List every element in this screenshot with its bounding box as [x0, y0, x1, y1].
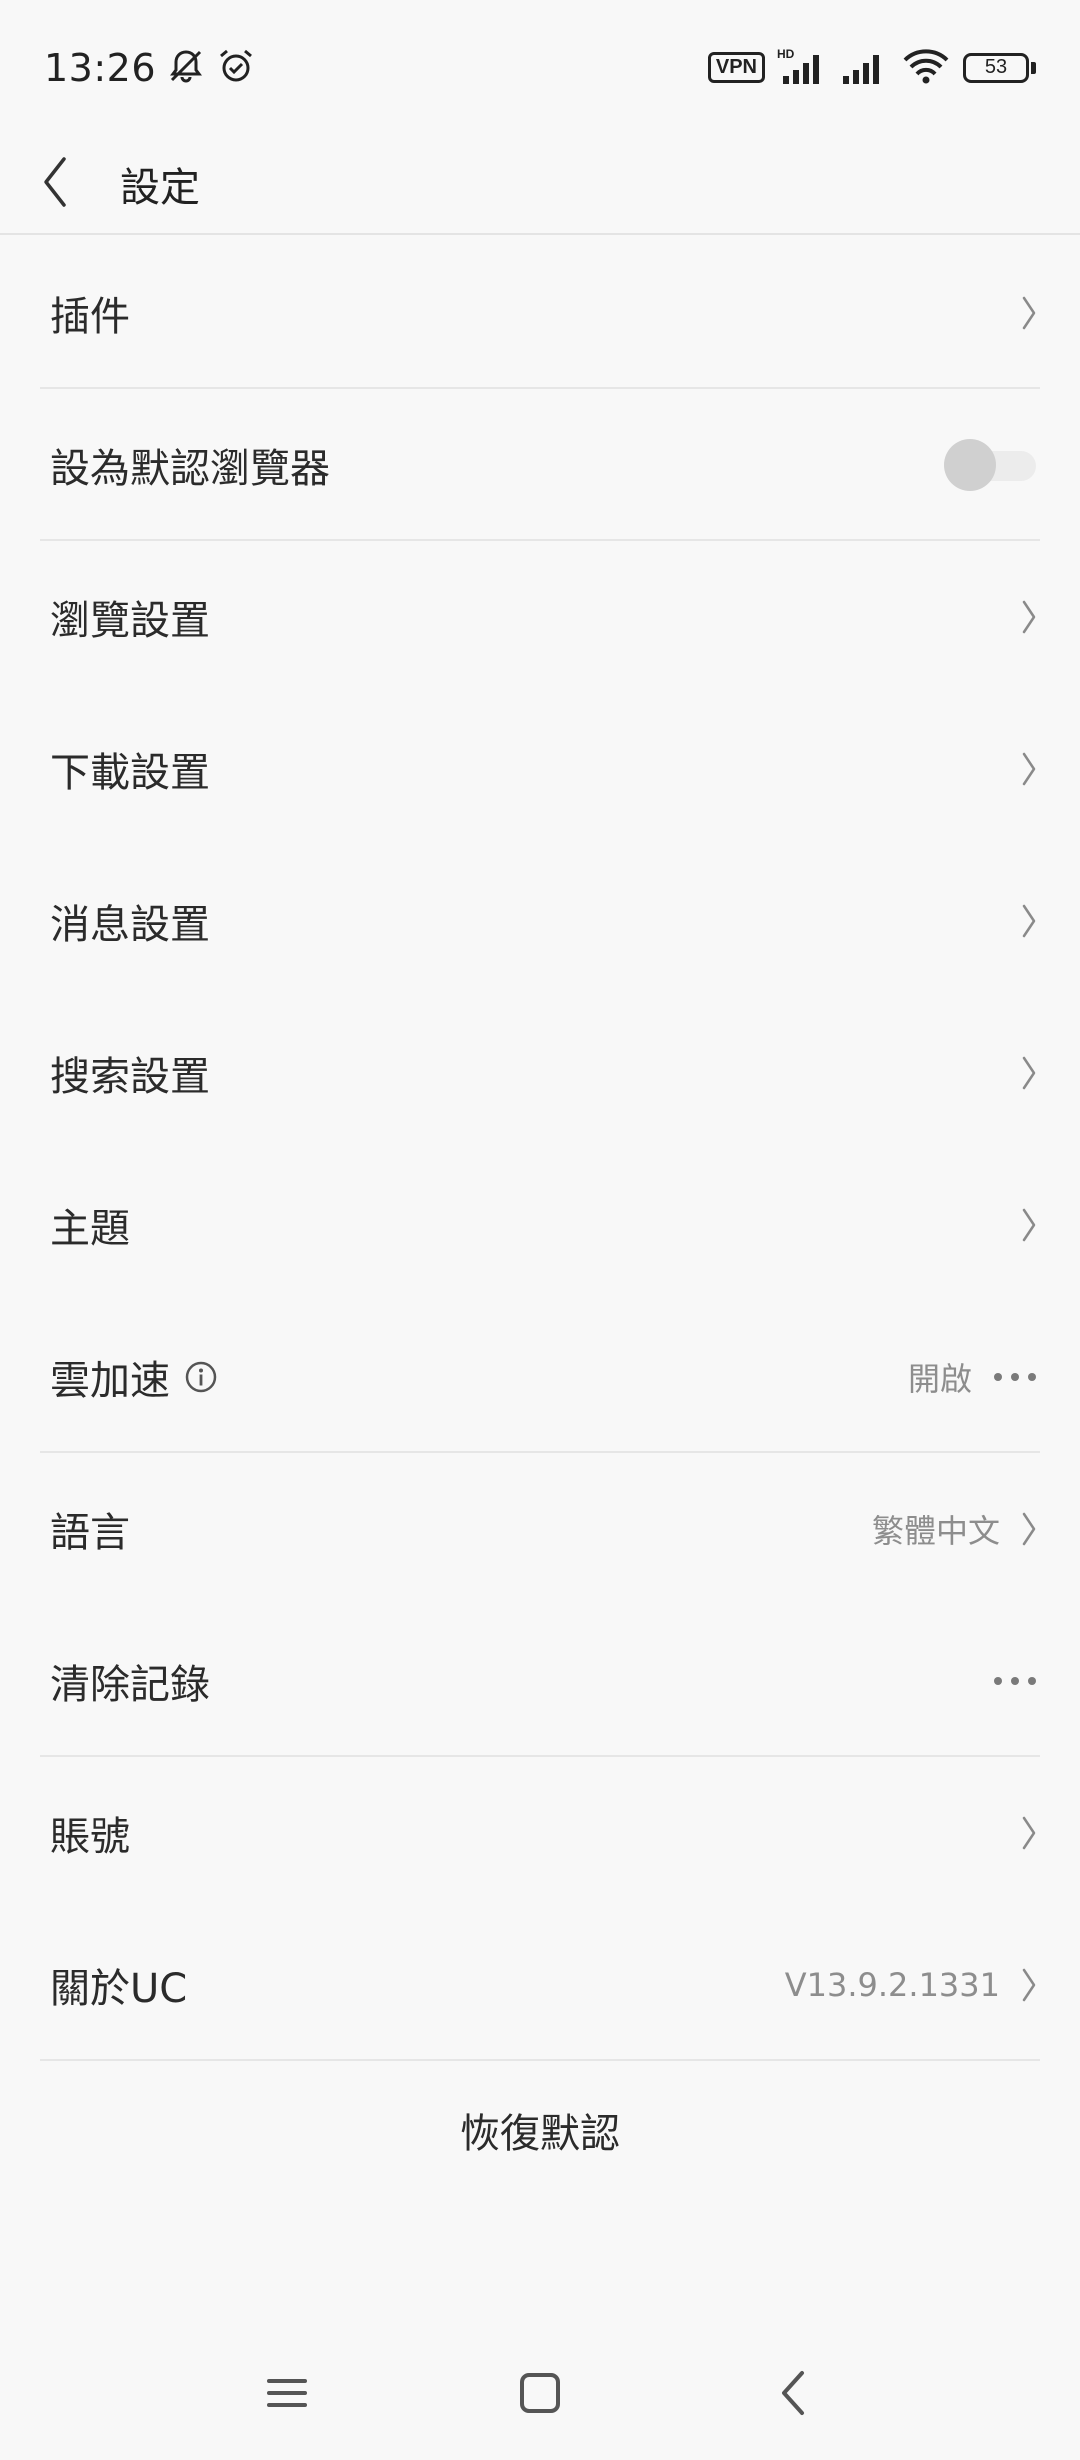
nav-recents-button[interactable]	[242, 2350, 332, 2440]
chevron-right-icon	[1018, 749, 1040, 789]
row-left: 搜索設置	[50, 1044, 210, 1102]
row-left: 設為默認瀏覽器	[50, 436, 330, 494]
more-icon[interactable]	[990, 1373, 1040, 1381]
settings-item-about[interactable]: 關於UC V13.9.2.1331	[0, 1909, 1080, 2061]
row-right	[1018, 293, 1040, 333]
settings-item-account[interactable]: 賬號	[0, 1757, 1080, 1909]
settings-item-value: 開啟	[907, 1360, 972, 1398]
chevron-right-icon	[1018, 1965, 1040, 2005]
status-bar-right: VPN HD 53	[707, 46, 1036, 90]
back-icon	[778, 2369, 808, 2421]
row-right	[1018, 1053, 1040, 1093]
row-left: 清除記錄	[50, 1652, 210, 1710]
row-left: 瀏覽設置	[50, 588, 210, 646]
settings-item-value: 繁體中文	[871, 1512, 1000, 1550]
settings-list: 插件 設為默認瀏覽器 瀏覽設置 下載設置 消息設置 搜索設置 主題 雲加速 開啟…	[0, 237, 1080, 2061]
settings-item-label: 插件	[50, 294, 130, 340]
row-right	[1018, 901, 1040, 941]
settings-screen: 13:26 VPN HD 53 設定 插件 設為默認瀏覽器 瀏覽設置 下載設置 …	[0, 0, 1080, 2460]
settings-item-label: 搜索設置	[50, 1054, 210, 1100]
info-icon[interactable]	[184, 1360, 218, 1394]
row-left: 關於UC	[50, 1956, 187, 2014]
row-left: 下載設置	[50, 740, 210, 798]
chevron-right-icon	[1018, 293, 1040, 333]
row-left: 主題	[50, 1196, 130, 1254]
restore-row: 恢復默認	[0, 2054, 1080, 2206]
nav-back-button[interactable]	[748, 2350, 838, 2440]
battery-icon: 53	[963, 52, 1036, 83]
settings-item-label: 賬號	[50, 1814, 130, 1860]
chevron-right-icon	[1018, 597, 1040, 637]
toggle-knob	[944, 439, 996, 491]
back-button[interactable]	[0, 134, 110, 234]
alarm-icon	[216, 46, 256, 90]
settings-item-default-browser: 設為默認瀏覽器	[0, 389, 1080, 541]
home-icon	[518, 2371, 562, 2419]
restore-defaults-button[interactable]: 恢復默認	[460, 2101, 620, 2159]
version-value: V13.9.2.1331	[784, 1966, 1000, 2004]
more-icon[interactable]	[990, 1677, 1040, 1685]
settings-item-label: 語言	[50, 1510, 130, 1556]
settings-item-download[interactable]: 下載設置	[0, 693, 1080, 845]
chevron-right-icon	[1018, 1813, 1040, 1853]
settings-item-language[interactable]: 語言 繁體中文	[0, 1453, 1080, 1605]
settings-item-clear-history[interactable]: 清除記錄	[0, 1605, 1080, 1757]
settings-item-label: 關於UC	[50, 1966, 188, 2012]
row-right: 開啟	[908, 1354, 1040, 1400]
chevron-left-icon	[40, 155, 70, 213]
row-left: 語言	[50, 1500, 130, 1558]
status-bar: 13:26 VPN HD 53	[0, 0, 1080, 135]
row-right	[1018, 597, 1040, 637]
row-left: 雲加速	[50, 1348, 218, 1406]
chevron-right-icon	[1018, 1053, 1040, 1093]
chevron-right-icon	[1018, 901, 1040, 941]
row-right	[1018, 1813, 1040, 1853]
row-right	[1018, 749, 1040, 789]
row-right: V13.9.2.1331	[785, 1965, 1040, 2005]
settings-item-browsing[interactable]: 瀏覽設置	[0, 541, 1080, 693]
row-right	[944, 439, 1040, 491]
battery-level: 53	[963, 52, 1029, 83]
row-right	[1018, 1205, 1040, 1245]
settings-item-label: 瀏覽設置	[50, 598, 210, 644]
row-left: 賬號	[50, 1804, 130, 1862]
row-left: 消息設置	[50, 892, 210, 950]
chevron-right-icon	[1018, 1509, 1040, 1549]
settings-item-label: 雲加速	[50, 1358, 170, 1404]
signal-icon	[841, 46, 889, 90]
default-browser-toggle[interactable]	[944, 439, 1040, 491]
settings-item-label: 設為默認瀏覽器	[50, 446, 330, 492]
settings-item-messages[interactable]: 消息設置	[0, 845, 1080, 997]
settings-item-plugins[interactable]: 插件	[0, 237, 1080, 389]
battery-tip	[1031, 61, 1036, 74]
status-time: 13:26	[44, 45, 157, 90]
menu-icon	[265, 2373, 309, 2417]
row-left: 插件	[50, 284, 130, 342]
row-right: 繁體中文	[872, 1506, 1040, 1552]
hd-signal-icon: HD	[777, 46, 829, 90]
nav-home-button[interactable]	[495, 2350, 585, 2440]
chevron-right-icon	[1018, 1205, 1040, 1245]
settings-item-label: 主題	[50, 1206, 130, 1252]
vpn-badge: VPN	[707, 52, 765, 83]
page-title: 設定	[120, 165, 200, 211]
settings-item-label: 消息設置	[50, 902, 210, 948]
settings-item-label: 清除記錄	[50, 1662, 210, 1708]
row-right	[990, 1677, 1040, 1685]
wifi-icon	[901, 46, 951, 90]
svg-text:HD: HD	[777, 47, 795, 61]
bell-off-icon	[166, 46, 206, 90]
status-bar-left: 13:26	[44, 46, 256, 90]
system-nav-bar	[0, 2330, 1080, 2460]
settings-item-search[interactable]: 搜索設置	[0, 997, 1080, 1149]
settings-item-label: 下載設置	[50, 750, 210, 796]
settings-item-theme[interactable]: 主題	[0, 1149, 1080, 1301]
header-bar: 設定	[0, 135, 1080, 235]
settings-item-cloud-acceleration[interactable]: 雲加速 開啟	[0, 1301, 1080, 1453]
